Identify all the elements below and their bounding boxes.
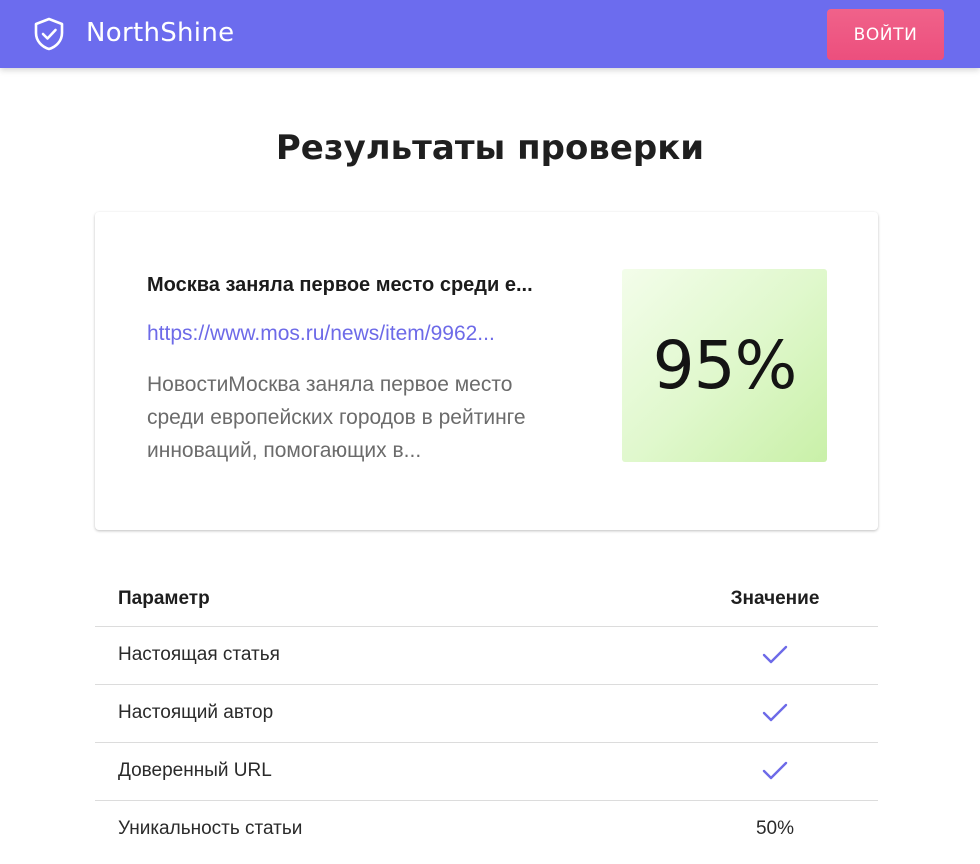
column-header-value: Значение xyxy=(672,572,878,627)
table-row: Уникальность статьи 50% xyxy=(95,800,878,858)
page-title: Результаты проверки xyxy=(275,128,705,168)
param-name: Настоящий автор xyxy=(95,684,672,743)
check-icon xyxy=(762,761,788,781)
login-button[interactable]: ВОЙТИ xyxy=(827,9,944,60)
table-row: Настоящий автор xyxy=(95,684,878,743)
check-icon xyxy=(762,703,788,723)
app-bar: NorthShine ВОЙТИ xyxy=(0,0,980,68)
param-name: Доверенный URL xyxy=(95,742,672,801)
score-value: 95% xyxy=(652,327,798,404)
param-value: 50% xyxy=(755,818,795,840)
shield-check-icon xyxy=(33,17,65,51)
params-table: Параметр Значение Настоящая статья Насто… xyxy=(95,572,878,858)
table-row: Настоящая статья xyxy=(95,626,878,685)
param-value xyxy=(672,684,878,743)
article-excerpt: НовостиМосква заняла первое место среди … xyxy=(147,373,526,462)
article-url-link[interactable]: https://www.mos.ru/news/item/9962... xyxy=(147,322,557,346)
article-title: Москва заняла первое место среди е... xyxy=(147,274,533,296)
brand-name[interactable]: NorthShine xyxy=(86,18,234,48)
param-name: Настоящая статья xyxy=(95,626,672,685)
param-value xyxy=(672,742,878,801)
column-header-parameter: Параметр xyxy=(95,572,672,627)
table-row: Доверенный URL xyxy=(95,742,878,801)
result-card: Москва заняла первое место среди е... ht… xyxy=(95,212,878,530)
param-value xyxy=(672,626,878,685)
score-box: 95% xyxy=(622,269,827,462)
check-icon xyxy=(762,645,788,665)
param-name: Уникальность статьи xyxy=(118,818,303,840)
table-header-row: Параметр Значение xyxy=(95,572,878,627)
